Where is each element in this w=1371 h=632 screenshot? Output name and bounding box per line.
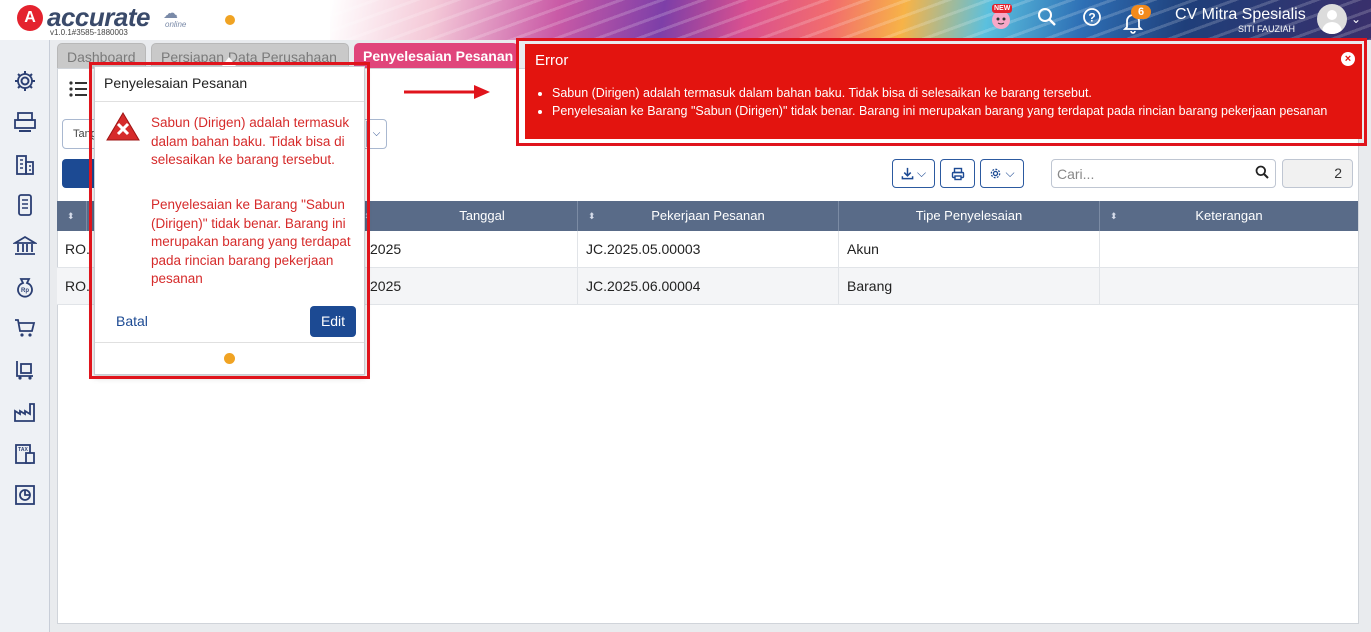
cell-keterangan (1100, 268, 1358, 304)
print-stand-icon[interactable] (10, 107, 40, 137)
settings-icon[interactable] (10, 66, 40, 96)
record-count: 2 (1282, 159, 1353, 188)
logo-icon[interactable]: A (17, 5, 43, 31)
arrow-right-icon (404, 82, 492, 102)
cell-tipe: Akun (839, 231, 1100, 267)
column-label: Keterangan (1195, 208, 1263, 223)
bank-icon[interactable] (10, 231, 40, 261)
printer-icon (951, 167, 964, 180)
status-dot (225, 15, 235, 25)
search-icon[interactable] (1255, 165, 1269, 182)
settings-button[interactable]: ⌵ (980, 159, 1024, 188)
sidebar: Rp TAX (0, 40, 50, 632)
list-icon[interactable] (68, 80, 90, 102)
search-field[interactable] (1051, 159, 1276, 188)
error-item: Sabun (Dirigen) adalah termasuk dalam ba… (552, 84, 1327, 102)
error-item: Penyelesaian ke Barang "Sabun (Dirigen)"… (552, 102, 1327, 120)
cell-pekerjaan: JC.2025.06.00004 (578, 268, 839, 304)
chevron-down-icon[interactable]: ⌄ (1351, 12, 1361, 26)
cell-tipe: Barang (839, 268, 1100, 304)
search-icon[interactable] (1034, 7, 1060, 33)
cell-tanggal: 2025 (370, 231, 578, 267)
help-icon[interactable]: ? (1079, 7, 1105, 33)
download-icon (901, 167, 914, 180)
company-name[interactable]: CV Mitra Spesialis (1175, 6, 1306, 24)
column-tipe-penyelesaian[interactable]: ⬍Tipe Penyelesaian (839, 201, 1100, 231)
print-button[interactable] (940, 159, 975, 188)
column-sort-handle[interactable]: ⬍ (57, 201, 87, 231)
svg-text:Rp: Rp (21, 288, 29, 294)
cart-icon[interactable] (10, 313, 40, 343)
notification-badge: 6 (1131, 5, 1152, 19)
tax-icon[interactable]: TAX (10, 439, 40, 469)
cell-keterangan (1100, 231, 1358, 267)
svg-text:TAX: TAX (18, 447, 28, 453)
column-label: Pekerjaan Pesanan (651, 208, 765, 223)
column-keterangan[interactable]: ⬍ Keterangan (1100, 201, 1358, 231)
tab-penyelesaian-pesanan[interactable]: Penyelesaian Pesanan (354, 43, 518, 69)
top-bar: A accurate ☁ online v1.0.1#3585-1880003 … (0, 0, 1371, 40)
chevron-down-icon: ⌵ (1005, 166, 1015, 180)
cell-tanggal: 2025 (370, 268, 578, 304)
version-label: v1.0.1#3585-1880003 (50, 28, 128, 37)
device-icon[interactable] (10, 190, 40, 220)
money-bag-icon[interactable]: Rp (10, 272, 40, 302)
column-label: Tipe Penyelesaian (915, 208, 1023, 223)
building-icon[interactable] (10, 150, 40, 180)
svg-text:?: ? (1088, 11, 1095, 25)
avatar[interactable] (1317, 4, 1347, 34)
user-name: SITI FAUZIAH (1238, 24, 1296, 34)
logo-subtitle: online (165, 20, 187, 29)
trolley-icon[interactable] (10, 355, 40, 385)
gear-icon (991, 168, 1001, 179)
error-title: Error (535, 52, 569, 69)
close-icon[interactable]: × (1341, 52, 1355, 66)
chevron-down-icon: ⌵ (916, 166, 927, 180)
annotation-highlight (89, 62, 370, 379)
search-input[interactable] (1057, 160, 1247, 187)
new-badge: NEW (992, 4, 1013, 13)
column-pekerjaan-pesanan[interactable]: ⬍ Pekerjaan Pesanan (578, 201, 839, 231)
download-button[interactable]: ⌵ (892, 159, 935, 188)
error-list: Sabun (Dirigen) adalah termasuk dalam ba… (538, 84, 1327, 120)
cell-pekerjaan: JC.2025.05.00003 (578, 231, 839, 267)
factory-icon[interactable] (10, 397, 40, 427)
report-icon[interactable] (10, 480, 40, 510)
